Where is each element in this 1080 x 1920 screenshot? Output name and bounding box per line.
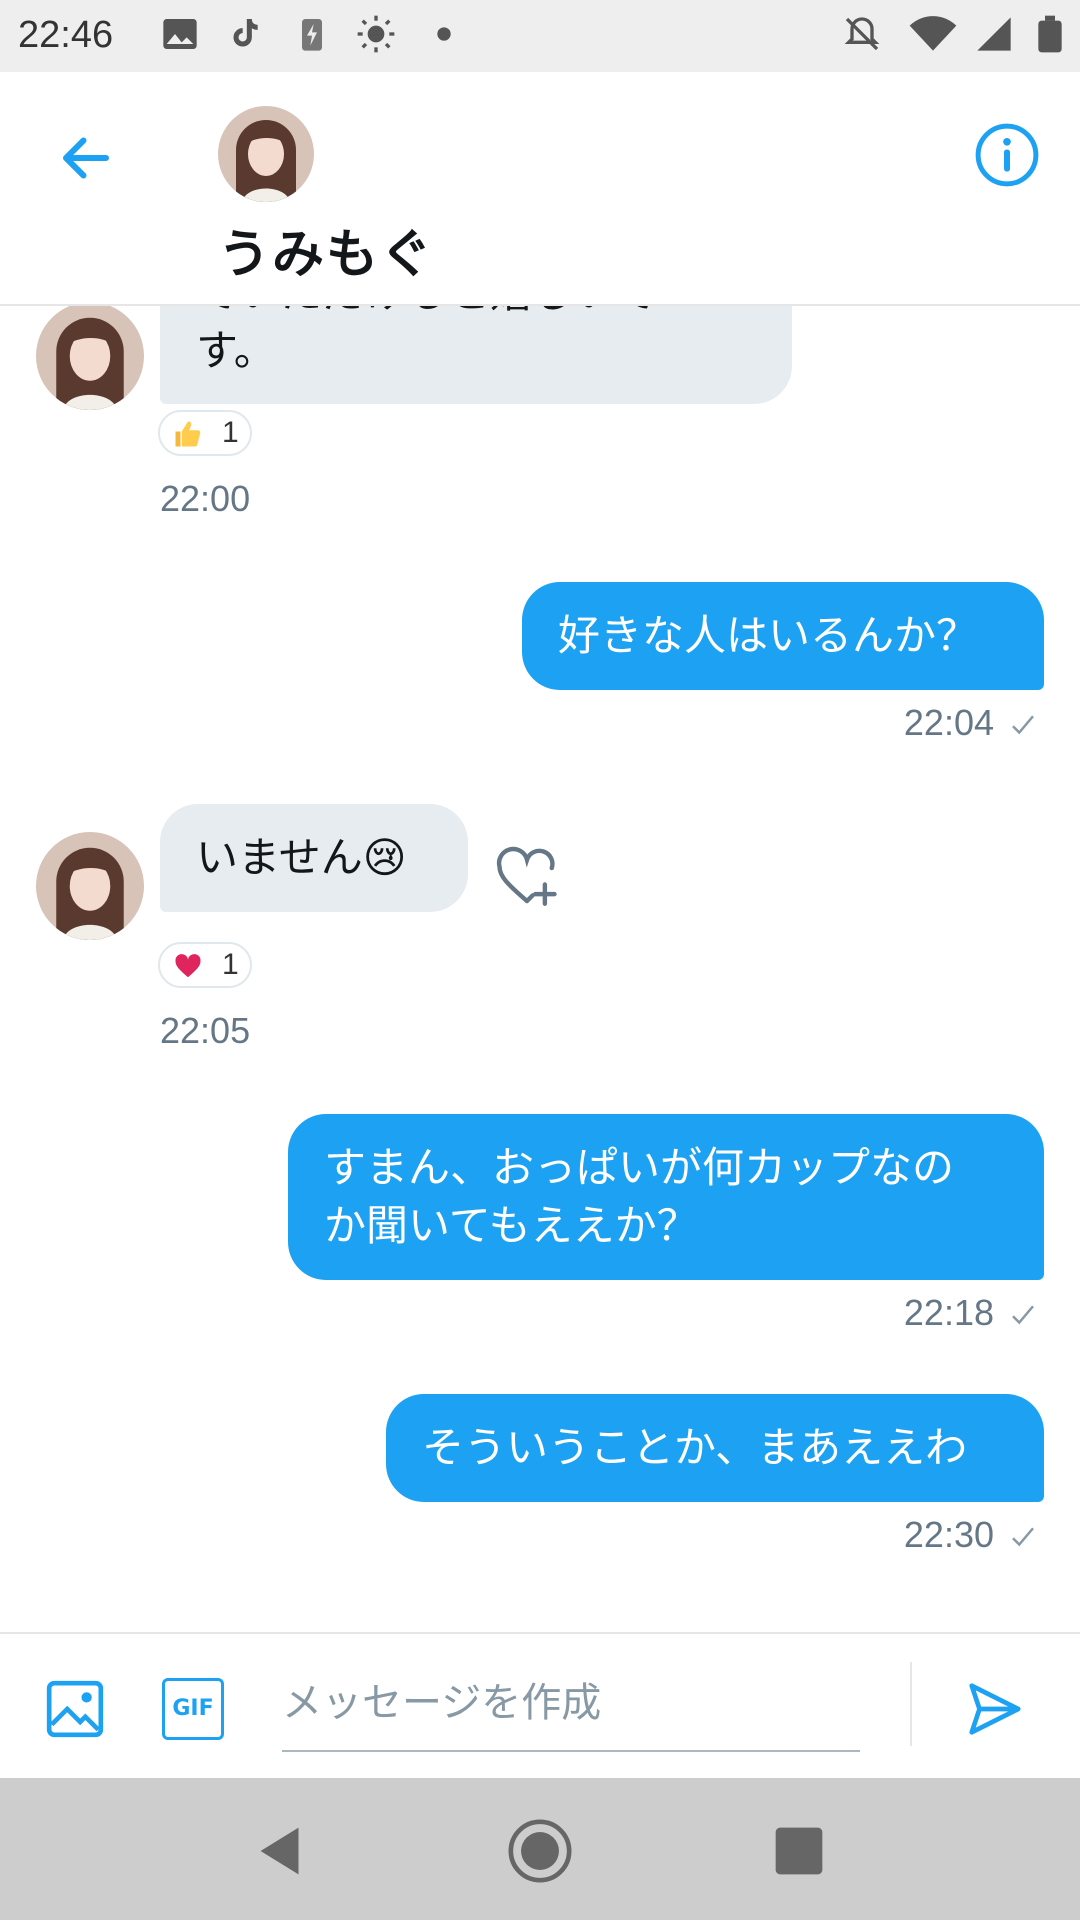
nav-home-icon[interactable] [505, 1816, 575, 1886]
message-timestamp: 22:05 [160, 1010, 251, 1051]
check-icon [1012, 1527, 1034, 1547]
battery-icon [1038, 15, 1062, 53]
message-time: 22:18 [903, 1292, 994, 1333]
tiktok-icon [233, 18, 258, 47]
image-upload-icon[interactable] [44, 1678, 106, 1740]
battery-charging-icon [302, 19, 322, 51]
thumbs-up-icon [175, 421, 201, 447]
message-timestamp: 22:18 [904, 1292, 1040, 1334]
avatar[interactable] [36, 306, 144, 410]
message-time: 22:30 [903, 1514, 994, 1555]
nav-recents-icon[interactable] [764, 1816, 834, 1886]
dot-icon [437, 27, 451, 41]
message-text: か聞いてもええか？ [324, 1201, 699, 1250]
info-icon[interactable] [974, 122, 1040, 188]
status-bar: 22:46 [0, 0, 1080, 72]
message-composer: GIF メッセージを作成 [0, 1632, 1080, 1780]
avatar[interactable] [218, 106, 314, 202]
message-text: すまん、おっぱいが何カップなの [324, 1143, 955, 1192]
status-time: 22:46 [18, 14, 114, 56]
message-text: す。 [196, 326, 276, 375]
nav-back-icon[interactable] [246, 1816, 316, 1886]
notifications-off-icon [844, 17, 880, 51]
conversation-header: うみもぐ [0, 72, 1080, 306]
message-bubble-outgoing[interactable]: 好きな人はいるんか？ [522, 582, 1044, 690]
add-reaction-heart-icon[interactable] [494, 846, 560, 912]
reaction-count: 1 [222, 416, 239, 449]
message-bubble-incoming[interactable]: ていただけると嬉しいで す。 [160, 306, 792, 404]
message-text: いません😢 [196, 833, 407, 882]
send-icon[interactable] [964, 1678, 1026, 1740]
message-bubble-incoming[interactable]: いません😢 [160, 804, 468, 912]
signal-icon [977, 17, 1011, 51]
message-text: 好きな人はいるんか？ [558, 611, 979, 660]
message-timestamp: 22:00 [160, 478, 251, 519]
message-timestamp: 22:30 [904, 1514, 1040, 1556]
arrow-left-icon[interactable] [56, 128, 116, 188]
check-icon [1012, 715, 1034, 735]
divider [910, 1662, 912, 1746]
message-list[interactable]: ていただけると嬉しいで す。 1 22:00 好きな人はいるんか？ 22:04 … [0, 306, 1080, 1632]
navigation-bar [0, 1778, 1080, 1920]
avatar[interactable] [36, 832, 144, 940]
message-text: ていただけると嬉しいで [196, 306, 756, 322]
wifi-icon [909, 16, 957, 51]
gif-button[interactable]: GIF [162, 1678, 224, 1740]
reaction-badge[interactable]: 1 [158, 410, 252, 456]
message-text: そういうことか、まあええわ [422, 1423, 968, 1472]
page-title: うみもぐ [218, 225, 435, 285]
reaction-badge[interactable]: 1 [158, 942, 252, 988]
reaction-count: 1 [222, 948, 239, 981]
message-input[interactable]: メッセージを作成 [282, 1656, 860, 1752]
check-icon [1012, 1305, 1034, 1325]
message-bubble-outgoing[interactable]: そういうことか、まあええわ [386, 1394, 1044, 1502]
brightness-icon [357, 15, 395, 53]
message-bubble-outgoing[interactable]: すまん、おっぱいが何カップなの か聞いてもええか？ [288, 1114, 1044, 1280]
heart-icon [175, 954, 201, 978]
image-icon [163, 19, 197, 49]
message-time: 22:04 [903, 702, 994, 743]
message-timestamp: 22:04 [904, 702, 1040, 744]
